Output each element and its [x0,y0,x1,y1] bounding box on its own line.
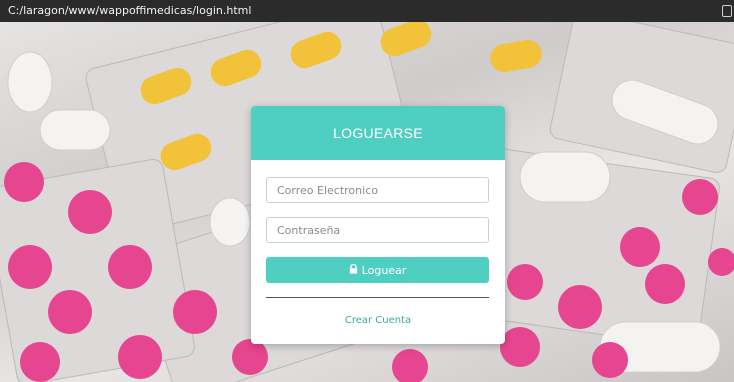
window-path: C:/laragon/www/wappoffimedicas/login.htm… [8,4,252,17]
create-account-link[interactable]: Crear Cuenta [251,315,505,326]
divider [266,297,489,298]
login-button[interactable]: Loguear [266,257,489,283]
password-field[interactable] [266,217,489,243]
login-card: LOGUEARSE Loguear Crear Cuenta [251,106,505,344]
window-menu-icon[interactable] [722,5,732,17]
window-titlebar: C:/laragon/www/wappoffimedicas/login.htm… [0,0,734,22]
lock-icon [349,263,358,277]
login-button-label: Loguear [361,263,407,277]
email-field[interactable] [266,177,489,203]
login-title: LOGUEARSE [251,106,505,160]
